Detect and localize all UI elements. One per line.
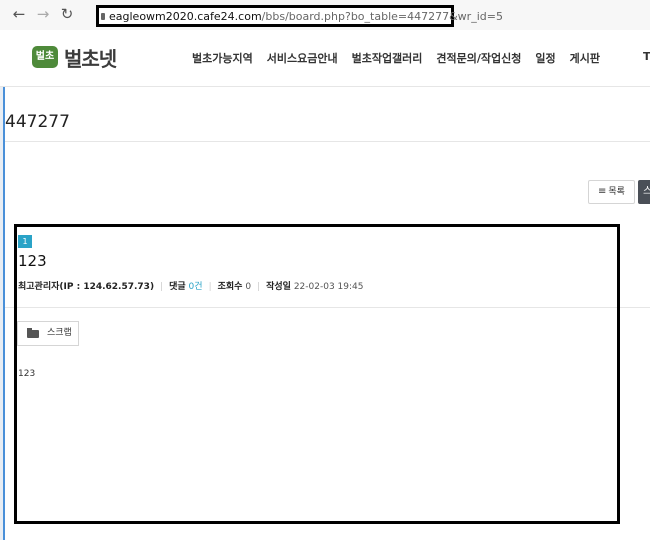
logo-text[interactable]: 벌초넷	[64, 43, 117, 72]
menu-item-extra[interactable]: T	[643, 50, 650, 63]
list-button[interactable]: ≡ 목록	[588, 180, 635, 204]
highlight-box	[14, 224, 620, 524]
address-bar[interactable]: eagleowm2020.cafe24.com/bbs/board.php?bo…	[96, 5, 503, 27]
write-button[interactable]: 스	[638, 180, 650, 204]
forward-arrow-icon[interactable]: →	[34, 5, 52, 23]
list-button-label: 목록	[608, 187, 625, 197]
back-arrow-icon[interactable]: ←	[10, 5, 28, 23]
browser-toolbar: ← → ↻ eagleowm2020.cafe24.com/bbs/board.…	[0, 0, 650, 31]
logo-badge[interactable]: 벌초	[32, 46, 58, 68]
main-menu: 벌초가능지역 서비스요금안내 벌초작업갤러리 견적문의/작업신청 일정 게시판	[192, 50, 614, 66]
list-icon: ≡	[598, 186, 607, 197]
divider	[5, 141, 650, 142]
url-text: eagleowm2020.cafe24.com/bbs/board.php?bo…	[109, 10, 503, 23]
url-host: eagleowm2020.cafe24.com	[109, 10, 262, 23]
menu-item-area[interactable]: 벌초가능지역	[192, 52, 253, 65]
menu-item-schedule[interactable]: 일정	[535, 52, 555, 65]
menu-item-gallery[interactable]: 벌초작업갤러리	[352, 52, 423, 65]
url-path: /bbs/board.php?bo_table=447277&wr_id=5	[261, 10, 503, 23]
menu-item-inquiry[interactable]: 견적문의/작업신청	[436, 52, 521, 65]
menu-item-pricing[interactable]: 서비스요금안내	[267, 52, 338, 65]
site-header: 벌초 벌초넷 벌초가능지역 서비스요금안내 벌초작업갤러리 견적문의/작업신청 일정 게시…	[0, 30, 650, 87]
board-title: 447277	[5, 112, 70, 132]
reload-icon[interactable]: ↻	[58, 5, 76, 23]
lock-icon	[101, 13, 105, 20]
menu-item-board[interactable]: 게시판	[570, 52, 600, 65]
left-window-edge	[0, 30, 5, 540]
